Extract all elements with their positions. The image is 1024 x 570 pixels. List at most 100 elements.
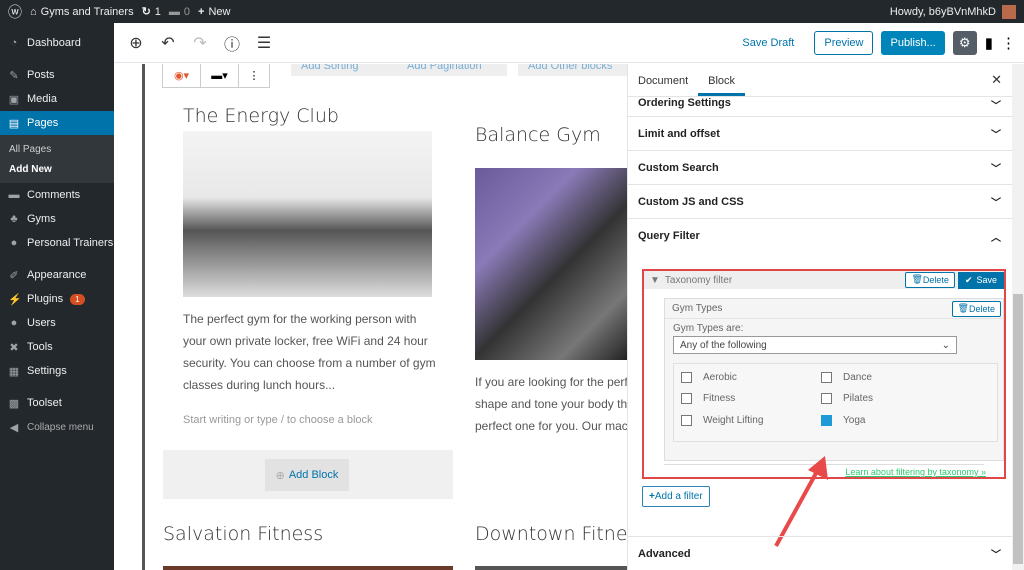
chevron-down-icon: ⌄ (941, 339, 950, 351)
add-sorting-button[interactable]: Add Sorting (291, 64, 397, 76)
section-limit-offset[interactable]: Limit and offset ﹀ (628, 117, 1012, 151)
block-placeholder[interactable]: Start writing or type / to choose a bloc… (183, 414, 373, 426)
gym-image (183, 131, 432, 297)
view-block-icon[interactable]: ◉▾ (163, 64, 201, 87)
add-pagination-button[interactable]: Add Pagination (397, 64, 507, 76)
sidebar-item-comments[interactable]: ▬ Comments (0, 183, 114, 207)
settings-gear-icon[interactable]: ⚙ (952, 30, 977, 55)
checkbox-yoga[interactable]: Yoga (821, 415, 865, 426)
filter-icon: ▼ (650, 274, 660, 286)
admin-sidebar: ◔ Dashboard ✎ Posts ▣ Media ▤ Pages All Page… (0, 23, 114, 570)
media-icon: ▣ (8, 93, 20, 106)
trash-icon: 🗑 (911, 274, 923, 284)
sidebar-item-pages[interactable]: ▤ Pages (0, 111, 114, 135)
info-icon[interactable]: ⓘ (222, 31, 242, 55)
sidebar-item-users[interactable]: ● Users (0, 311, 114, 335)
redo-icon[interactable]: ↷ (190, 33, 210, 53)
editor-header: ⊕ ↶ ↷ ⓘ ☰ Save Draft Preview Publish... … (114, 23, 1024, 63)
delete-group-button[interactable]: 🗑 Delete (951, 300, 1001, 317)
align-icon[interactable]: ▬▾ (201, 64, 239, 87)
more-options-icon[interactable]: ⋮ (1001, 34, 1016, 52)
sidebar-scrollbar[interactable] (1012, 64, 1024, 570)
tab-block[interactable]: Block (698, 75, 746, 96)
block-navigation-icon[interactable]: ☰ (254, 33, 274, 53)
sidebar-item-toolset[interactable]: ▩ Toolset (0, 391, 114, 415)
checkbox-pilates[interactable]: Pilates (821, 393, 873, 404)
card-title: The Energy Club (183, 105, 339, 127)
gym-image (475, 168, 627, 360)
pin-icon: ✎ (9, 69, 19, 82)
add-filter-button[interactable]: + Add a filter (642, 486, 710, 507)
gym-types-label: Gym Types are: (673, 323, 744, 334)
comments-link[interactable]: ▬ 0 (169, 6, 190, 18)
section-advanced[interactable]: Advanced ﹀ (628, 536, 1012, 570)
section-custom-search[interactable]: Custom Search ﹀ (628, 151, 1012, 185)
card-text: The perfect gym for the working person w… (183, 312, 436, 392)
avatar (1002, 4, 1016, 19)
trainers-icon: ● (10, 237, 18, 249)
scrollbar-thumb[interactable] (1013, 294, 1023, 564)
sidebar-item-gyms[interactable]: ♣ Gyms (0, 207, 114, 231)
sidebar-item-appearance[interactable]: ✐ Appearance (0, 263, 114, 287)
dashboard-icon: ◔ (10, 37, 18, 49)
pages-icon: ▤ (8, 117, 20, 130)
editor-canvas: Add Sorting Add Pagination Add Other blo… (114, 64, 627, 570)
pages-submenu: All Pages Add New (0, 135, 114, 183)
publish-button[interactable]: Publish... (881, 30, 945, 55)
undo-icon[interactable]: ↶ (158, 33, 178, 53)
add-block-button[interactable]: ⊕ Add Block (265, 459, 349, 491)
section-ordering-settings[interactable]: Ordering Settings ﹀ (628, 97, 1012, 117)
submenu-add-new[interactable]: Add New (0, 159, 114, 179)
updates-link[interactable]: ↻ 1 (142, 5, 161, 19)
save-draft-button[interactable]: Save Draft (742, 37, 794, 49)
sidebar-item-tools[interactable]: ✖ Tools (0, 335, 114, 359)
learn-taxonomy-link[interactable]: Learn about filtering by taxonomy » (845, 467, 986, 477)
group-header: Gym Types 🗑 Delete (665, 299, 1003, 319)
gym-image (163, 566, 453, 570)
chevron-down-icon: ﹀ (991, 550, 1001, 561)
section-custom-js-css[interactable]: Custom JS and CSS ﹀ (628, 185, 1012, 219)
submenu-all-pages[interactable]: All Pages (0, 139, 114, 159)
sidebar-item-personal-trainers[interactable]: ● Personal Trainers (0, 231, 114, 255)
chevron-down-icon: ﹀ (991, 164, 1001, 175)
plus-circle-icon: ⊕ (275, 469, 285, 482)
collapse-icon: ◀ (9, 421, 19, 434)
chevron-down-icon: ﹀ (991, 198, 1001, 209)
checkbox-fitness[interactable]: Fitness (681, 393, 735, 404)
new-link[interactable]: + New (198, 6, 230, 18)
checkbox-dance[interactable]: Dance (821, 372, 872, 383)
comment-icon: ▬ (168, 5, 180, 18)
comments-icon: ▬ (8, 189, 20, 201)
plugins-icon: ⚡ (8, 293, 22, 306)
delete-filter-button[interactable]: 🗑 Delete (905, 271, 955, 288)
block-border (142, 64, 145, 570)
sidebar-item-dashboard[interactable]: ◔ Dashboard (0, 31, 114, 55)
chevron-up-icon: ︿ (991, 232, 1001, 244)
collapse-menu-button[interactable]: ◀ Collapse menu (0, 415, 114, 439)
sidebar-item-plugins[interactable]: ⚡ Plugins 1 (0, 287, 114, 311)
card-title: Balance Gym (475, 124, 601, 146)
toolset-icon[interactable]: ▮ (985, 34, 993, 52)
match-type-select[interactable]: Any of the following ⌄ (673, 336, 957, 354)
sidebar-item-settings[interactable]: ▦ Settings (0, 359, 114, 383)
tools-icon: ✖ (9, 341, 19, 354)
preview-button[interactable]: Preview (814, 30, 874, 55)
settings-sidebar: Document Block ✕ Ordering Settings ﹀ Limi… (627, 64, 1012, 570)
add-block-icon[interactable]: ⊕ (126, 33, 146, 53)
close-icon[interactable]: ✕ (981, 72, 1012, 96)
checkbox-aerobic[interactable]: Aerobic (681, 372, 737, 383)
add-other-blocks-button[interactable]: Add Other blocks (518, 64, 627, 76)
checkbox-weight-lifting[interactable]: Weight Lifting (681, 415, 763, 426)
more-icon[interactable]: ⋮ (239, 64, 269, 87)
check-icon: ✔ (964, 274, 973, 285)
wordpress-logo-icon[interactable]: ⓦ (8, 2, 22, 22)
site-name-link[interactable]: ⌂ Gyms and Trainers (30, 6, 134, 18)
card-text: If you are looking for the perfe shape an… (475, 375, 627, 433)
account-menu[interactable]: Howdy, b6yBVnMhkD (890, 4, 1016, 19)
tab-document[interactable]: Document (628, 75, 698, 96)
save-filter-button[interactable]: ✔ Save (957, 271, 1004, 289)
section-query-filter[interactable]: Query Filter ︿ (628, 219, 1012, 253)
sidebar-item-posts[interactable]: ✎ Posts (0, 63, 114, 87)
sidebar-item-media[interactable]: ▣ Media (0, 87, 114, 111)
chevron-down-icon: ﹀ (991, 101, 1001, 112)
